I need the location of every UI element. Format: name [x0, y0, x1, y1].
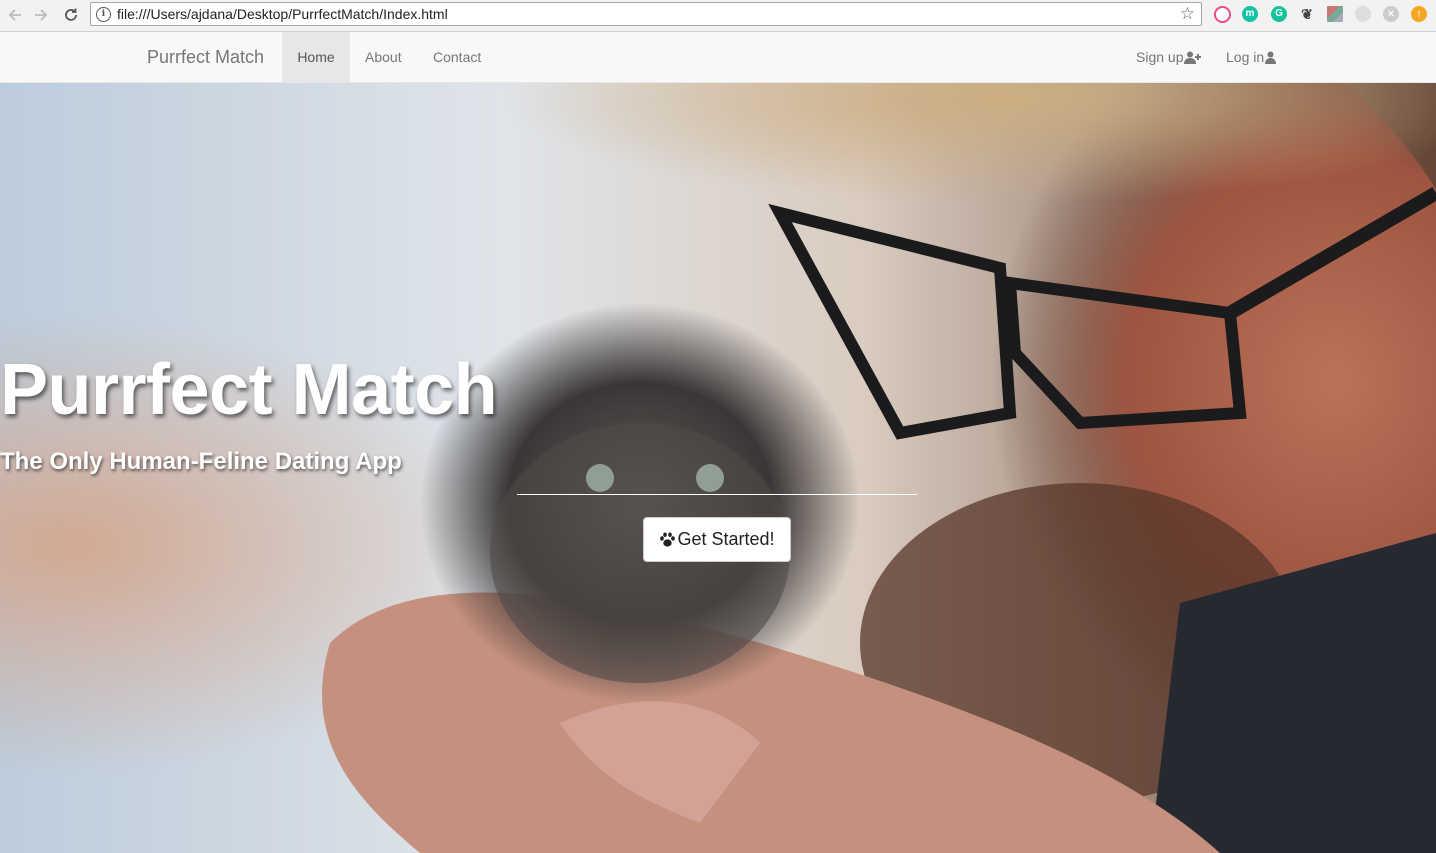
url-text[interactable]: file:///Users/ajdana/Desktop/PurrfectMat…: [117, 6, 448, 22]
login-label: Log in: [1226, 49, 1265, 65]
m-icon[interactable]: m: [1242, 6, 1258, 22]
hero-section: Purrfect Match The Only Human-Feline Dat…: [0, 83, 1436, 853]
nav-contact[interactable]: Contact: [418, 32, 496, 82]
evernote-icon[interactable]: ❦: [1299, 6, 1315, 22]
signup-label: Sign up: [1136, 49, 1184, 65]
arrow-left-icon: [8, 9, 21, 21]
link-icon[interactable]: [1355, 6, 1371, 22]
paw-icon: [660, 532, 676, 547]
back-button[interactable]: [4, 4, 26, 26]
forward-button[interactable]: [30, 4, 52, 26]
arrow-right-icon: [35, 9, 48, 21]
browser-toolbar: i file:///Users/ajdana/Desktop/PurrfectM…: [0, 0, 1436, 32]
close-icon[interactable]: ×: [1383, 6, 1399, 22]
nav-home[interactable]: Home: [282, 32, 350, 82]
dribbble-icon[interactable]: [1214, 6, 1231, 23]
star-icon[interactable]: ☆: [1180, 4, 1195, 24]
grammarly-icon[interactable]: G: [1271, 6, 1287, 22]
signup-link[interactable]: Sign up: [1136, 32, 1202, 82]
hero-divider: [517, 494, 917, 495]
reload-icon: [65, 8, 77, 21]
site-navbar: Purrfect Match Home About Contact Sign u…: [0, 32, 1436, 83]
reload-button[interactable]: [60, 4, 82, 26]
address-bar[interactable]: i file:///Users/ajdana/Desktop/PurrfectM…: [90, 2, 1202, 26]
image-icon[interactable]: [1327, 6, 1343, 22]
brand-link[interactable]: Purrfect Match: [147, 47, 264, 68]
get-started-button[interactable]: Get Started!: [643, 517, 791, 562]
user-icon: [1265, 51, 1277, 64]
login-link[interactable]: Log in: [1226, 32, 1277, 82]
info-icon[interactable]: i: [96, 7, 111, 22]
upload-icon[interactable]: ↑: [1411, 6, 1427, 22]
nav-about[interactable]: About: [350, 32, 417, 82]
user-plus-icon: [1184, 51, 1202, 64]
hero-title: Purrfect Match: [0, 350, 498, 430]
get-started-label: Get Started!: [677, 529, 775, 549]
hero-subtitle: The Only Human-Feline Dating App: [0, 448, 402, 475]
